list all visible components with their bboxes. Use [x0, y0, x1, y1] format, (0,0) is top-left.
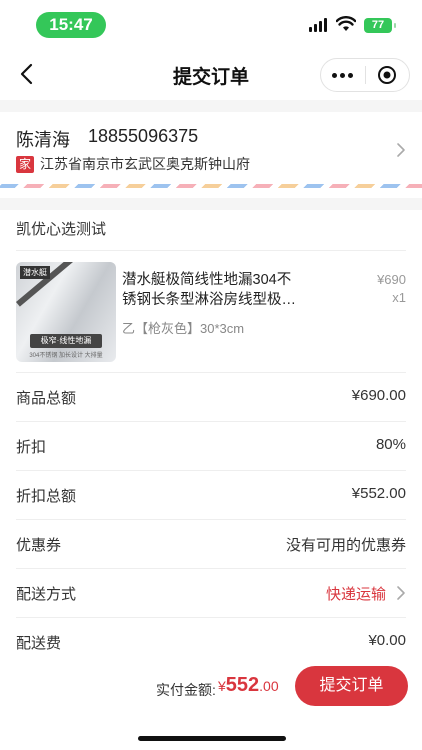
- delivery-method-value: 快递运输: [325, 586, 386, 603]
- recipient-name: 陈清海: [16, 130, 70, 150]
- miniprogram-capsule: [320, 58, 410, 92]
- recipient-phone: 18855096375: [88, 126, 199, 146]
- summary-value: 没有可用的优惠券: [285, 537, 406, 554]
- summary-label: 折扣: [16, 439, 47, 456]
- checkout-bar: 实付金额: ¥552.00 提交订单: [0, 660, 422, 750]
- summary-row-discount-total: 折扣总额 ¥552.00: [0, 471, 422, 519]
- product-spec: 乙【枪灰色】30*3cm: [122, 321, 245, 336]
- dot-icon: [332, 72, 338, 78]
- summary-label: 商品总额: [16, 390, 77, 407]
- submit-order-button[interactable]: 提交订单: [295, 666, 408, 706]
- more-menu-button[interactable]: [321, 59, 365, 91]
- summary-value: ¥690.00: [351, 387, 406, 404]
- pay-label: 实付金额:: [156, 682, 216, 698]
- summary-label: 优惠券: [16, 537, 62, 554]
- pay-currency: ¥: [218, 678, 226, 694]
- battery-icon: 77: [364, 18, 396, 33]
- summary-value: ¥552.00: [351, 485, 406, 502]
- summary-row-delivery-method[interactable]: 配送方式 快递运输: [0, 569, 422, 617]
- home-indicator: [138, 736, 286, 741]
- target-icon: [378, 66, 397, 84]
- product-image-brand: 潜水艇: [20, 266, 50, 279]
- summary-row-coupon[interactable]: 优惠券 没有可用的优惠券: [0, 520, 422, 568]
- divider: [16, 250, 406, 251]
- summary-row-discount: 折扣 80%: [0, 422, 422, 470]
- product-price: ¥690: [377, 272, 406, 287]
- pay-amount-integer: 552: [225, 674, 260, 696]
- summary-label: 折扣总额: [16, 488, 77, 505]
- order-card: 凯优心选测试 潜水艇 极窄·线性地漏 304不锈钢 加长设计 大排量 潜水艇极简…: [0, 210, 422, 670]
- chevron-right-icon: [397, 143, 405, 157]
- address-detail: 江苏省南京市玄武区奥克斯钟山府: [40, 156, 251, 172]
- address-tag: 家: [16, 155, 35, 173]
- address-card[interactable]: 陈清海 18855096375 家 江苏省南京市玄武区奥克斯钟山府: [0, 112, 422, 198]
- product-title: 潜水艇极简线性地漏304不锈钢长条型淋浴房线型极…: [122, 272, 296, 308]
- dot-icon: [340, 72, 346, 78]
- close-miniprogram-button[interactable]: [365, 59, 409, 91]
- chevron-right-icon: [397, 586, 405, 600]
- summary-value: 80%: [375, 436, 406, 453]
- status-time: 15:47: [36, 12, 106, 38]
- address-line: 家 江苏省南京市玄武区奥克斯钟山府: [16, 154, 250, 174]
- product-image: 潜水艇 极窄·线性地漏 304不锈钢 加长设计 大排量: [16, 262, 116, 362]
- dot-icon: [348, 72, 354, 78]
- summary-label: 配送费: [16, 635, 62, 652]
- pay-amount: ¥552.00: [218, 674, 279, 697]
- product-image-banner: 极窄·线性地漏: [30, 334, 102, 348]
- summary-row-subtotal: 商品总额 ¥690.00: [0, 373, 422, 421]
- product-quantity: x1: [392, 290, 406, 305]
- summary-value: ¥0.00: [368, 632, 406, 649]
- status-bar: 15:47 77: [0, 0, 422, 48]
- envelope-border: [0, 184, 422, 188]
- shop-name: 凯优心选测试: [16, 221, 107, 238]
- cellular-signal-icon: [309, 18, 327, 32]
- summary-row-shipping-fee: 配送费 ¥0.00: [0, 618, 422, 666]
- wifi-icon: [336, 16, 356, 31]
- pay-amount-decimal: .00: [259, 678, 279, 694]
- product-image-subtext: 304不锈钢 加长设计 大排量: [29, 353, 103, 359]
- summary-label: 配送方式: [16, 586, 77, 603]
- navigation-bar: 提交订单: [0, 48, 422, 100]
